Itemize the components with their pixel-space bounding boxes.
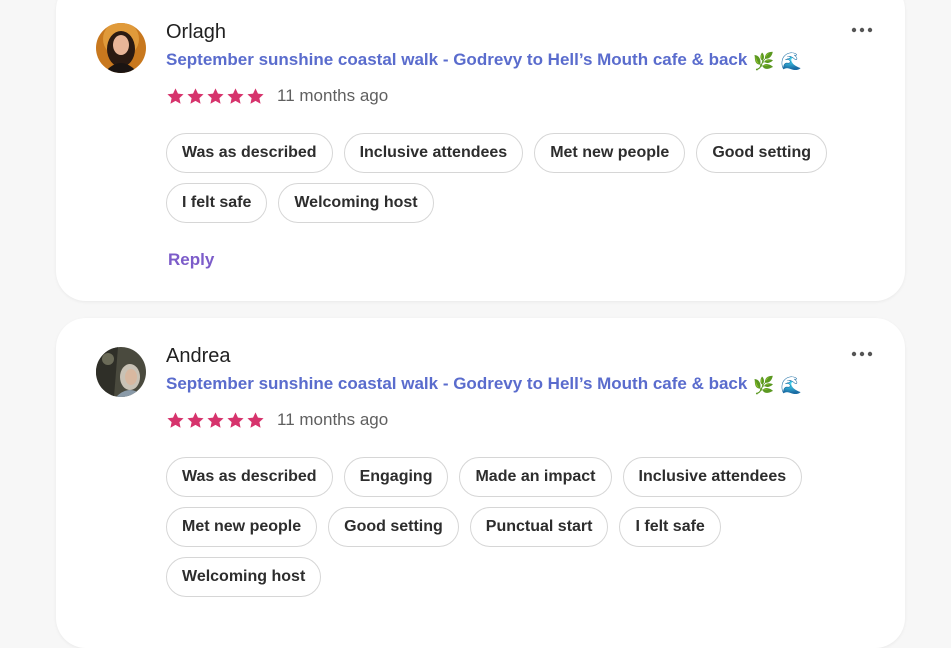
star-icon	[227, 87, 244, 104]
star-icon	[247, 87, 264, 104]
wave-emoji-icon: 🌊	[780, 52, 802, 71]
avatar[interactable]	[96, 347, 146, 397]
feedback-tag: Met new people	[534, 133, 686, 173]
review-card: Orlagh September sunshine coastal walk -…	[56, 0, 905, 301]
rating-row: 11 months ago	[166, 408, 388, 432]
event-link[interactable]: September sunshine coastal walk - Godrev…	[166, 374, 802, 396]
herb-emoji-icon: 🌿	[753, 376, 775, 395]
feedback-tag: Met new people	[166, 507, 318, 547]
feedback-tag: Welcoming host	[278, 183, 434, 223]
review-time: 11 months ago	[277, 86, 389, 105]
star-rating	[166, 411, 265, 430]
feedback-tag: I felt safe	[166, 183, 268, 223]
feedback-tag: Inclusive attendees	[622, 457, 803, 497]
star-icon	[167, 87, 184, 104]
feedback-tag: Punctual start	[469, 507, 609, 547]
feedback-tag: Engaging	[343, 457, 449, 497]
more-options-icon[interactable]	[851, 351, 873, 361]
reply-button[interactable]: Reply	[168, 250, 214, 270]
star-icon	[227, 411, 244, 428]
star-rating	[166, 87, 265, 106]
feedback-tags: Was as described Inclusive attendees Met…	[166, 133, 866, 223]
feedback-tag: Good setting	[696, 133, 827, 173]
star-icon	[207, 411, 224, 428]
review-time: 11 months ago	[277, 410, 389, 429]
more-options-icon[interactable]	[851, 27, 873, 37]
avatar[interactable]	[96, 23, 146, 73]
star-icon	[187, 87, 204, 104]
star-icon	[167, 411, 184, 428]
feedback-tag: Inclusive attendees	[343, 133, 524, 173]
event-title-text[interactable]: September sunshine coastal walk - Godrev…	[166, 50, 747, 69]
feedback-tag: I felt safe	[619, 507, 721, 547]
event-title-text[interactable]: September sunshine coastal walk - Godrev…	[166, 374, 747, 393]
feedback-tag: Was as described	[166, 133, 333, 173]
star-icon	[247, 411, 264, 428]
feedback-tag: Good setting	[328, 507, 459, 547]
feedback-tag: Made an impact	[459, 457, 612, 497]
rating-row: 11 months ago	[166, 84, 388, 108]
feedback-tags: Was as described Engaging Made an impact…	[166, 457, 866, 597]
star-icon	[187, 411, 204, 428]
feedback-tag: Was as described	[166, 457, 333, 497]
feedback-tag: Welcoming host	[166, 557, 322, 597]
herb-emoji-icon: 🌿	[753, 52, 775, 71]
star-icon	[207, 87, 224, 104]
reviewer-name[interactable]: Andrea	[166, 345, 231, 368]
review-card: Andrea September sunshine coastal walk -…	[56, 318, 905, 648]
reviewer-name[interactable]: Orlagh	[166, 21, 226, 44]
event-link[interactable]: September sunshine coastal walk - Godrev…	[166, 50, 802, 72]
wave-emoji-icon: 🌊	[780, 376, 802, 395]
